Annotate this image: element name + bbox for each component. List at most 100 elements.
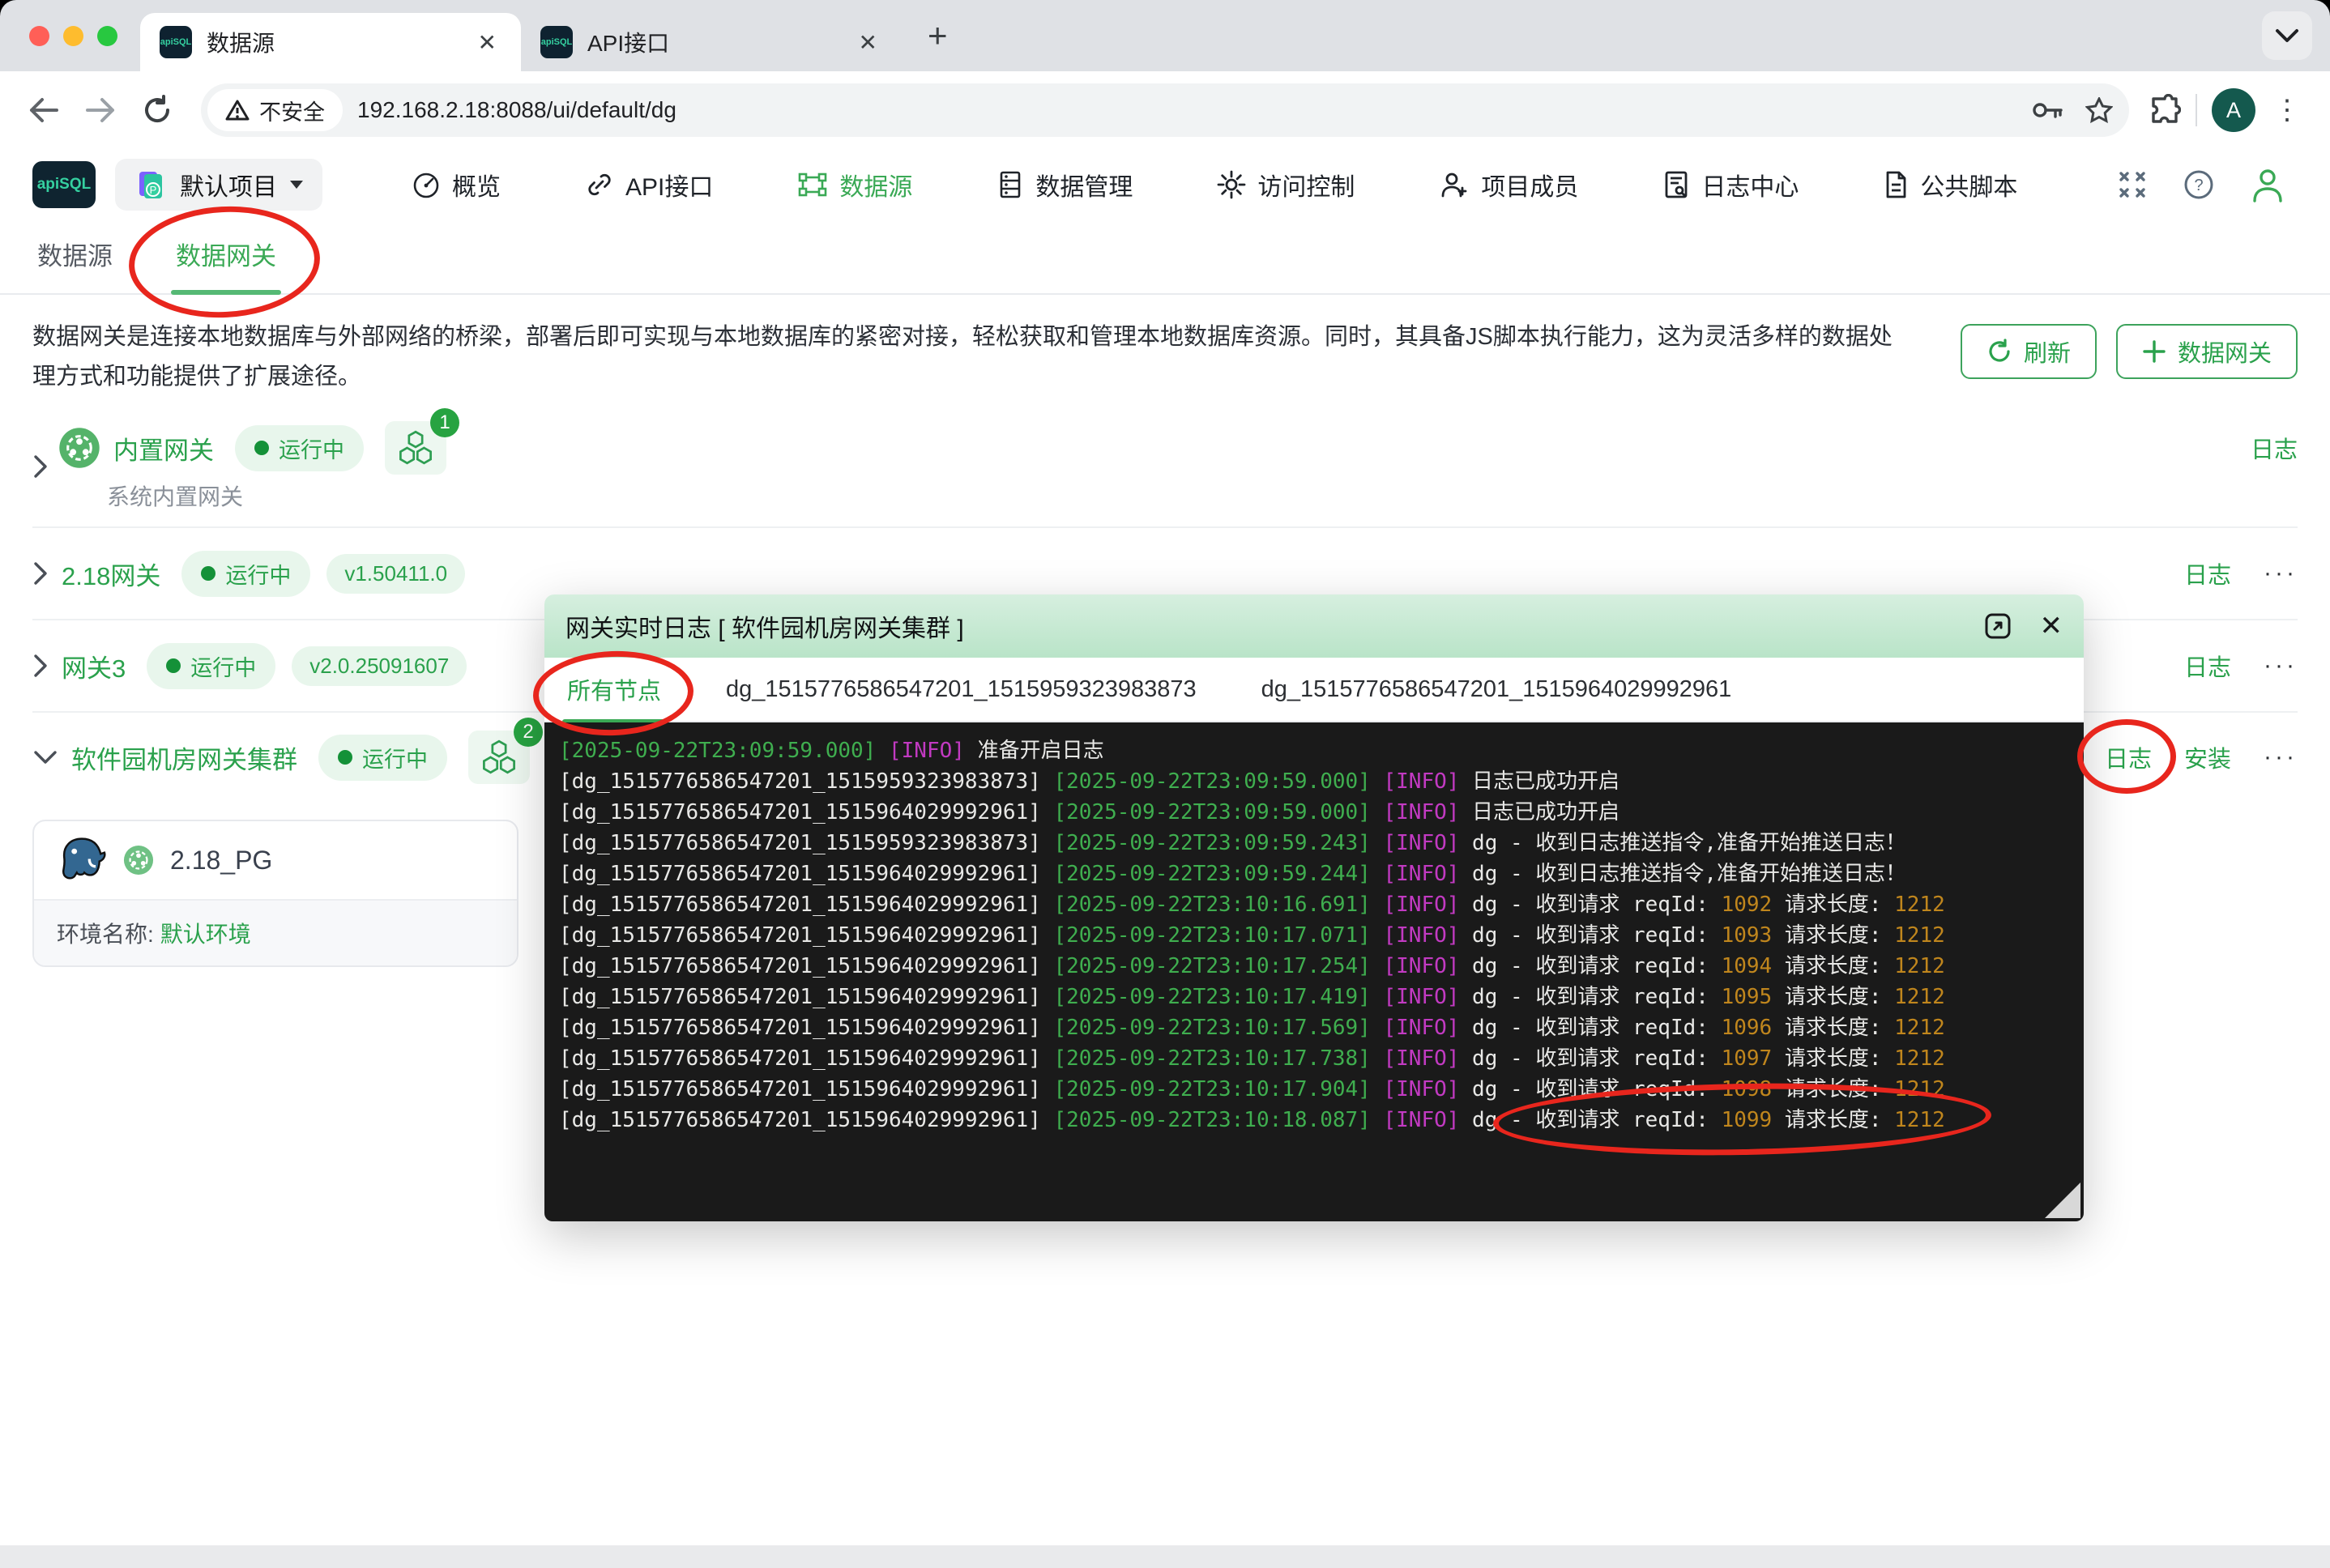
- env-value: 默认环境: [160, 922, 251, 947]
- tab-all-nodes[interactable]: 所有节点: [567, 672, 661, 706]
- refresh-icon: [1986, 339, 2012, 364]
- chevron-right-icon[interactable]: [32, 454, 49, 479]
- modal-header: 网关实时日志 [ 软件园机房网关集群 ] ✕: [544, 594, 2084, 658]
- nav-item-access[interactable]: 访问控制: [1217, 167, 1355, 202]
- refresh-button[interactable]: 刷新: [1961, 324, 2097, 379]
- tab-node-2[interactable]: dg_1515776586547201_1515964029992961: [1261, 676, 1732, 703]
- modal-node-tabs: 所有节点 dg_1515776586547201_151595932398387…: [544, 658, 2084, 722]
- browser-tab-strip: apiSQL 数据源 ✕ apiSQL API接口 ✕ +: [0, 0, 2330, 71]
- close-icon[interactable]: ✕: [2040, 610, 2063, 642]
- browser-tab-api[interactable]: apiSQL API接口 ✕: [521, 13, 902, 71]
- log-line: [dg_1515776586547201_1515964029992961] […: [559, 1105, 2069, 1136]
- nav-item-datamgmt[interactable]: 数据管理: [996, 167, 1133, 202]
- resize-handle[interactable]: [2045, 1182, 2080, 1218]
- expand-icon[interactable]: [1983, 611, 2012, 641]
- gateway-name[interactable]: 内置网关: [113, 430, 214, 467]
- realtime-log-modal: 网关实时日志 [ 软件园机房网关集群 ] ✕ 所有节点 dg_151577658…: [544, 594, 2084, 1221]
- tab-data-gateway[interactable]: 数据网关: [171, 221, 281, 293]
- new-tab-button[interactable]: +: [920, 19, 956, 53]
- extensions-puzzle-icon[interactable]: [2149, 94, 2181, 126]
- log-link[interactable]: 日志: [2184, 556, 2231, 590]
- log-card-icon: [1662, 170, 1690, 199]
- selection-frame-icon: [797, 170, 828, 199]
- apisql-favicon: apiSQL: [160, 26, 192, 58]
- nav-label: 日志中心: [1701, 167, 1799, 202]
- project-selector[interactable]: P 默认项目: [115, 159, 322, 211]
- log-link-cluster[interactable]: 日志: [2105, 740, 2152, 774]
- url-text[interactable]: 192.168.2.18:8088/ui/default/dg: [357, 97, 2017, 123]
- nav-label: 数据源: [839, 167, 912, 202]
- page-tabs: 数据源 数据网关: [0, 220, 2330, 295]
- more-actions-icon[interactable]: ···: [2264, 744, 2298, 771]
- chevron-right-icon[interactable]: [32, 560, 49, 586]
- tab-search-button[interactable]: [2262, 11, 2312, 60]
- nav-label: 项目成员: [1481, 167, 1578, 202]
- more-actions-icon[interactable]: ···: [2264, 560, 2298, 587]
- tab-node-1[interactable]: dg_1515776586547201_1515959323983873: [726, 676, 1197, 703]
- nav-item-scripts[interactable]: 公共脚本: [1883, 167, 2017, 202]
- security-chip[interactable]: 不安全: [207, 89, 343, 131]
- version-badge: v1.50411.0: [326, 554, 465, 594]
- node-cluster-chip[interactable]: 1: [385, 421, 446, 475]
- script-file-icon: [1883, 170, 1909, 199]
- datasource-card[interactable]: 2.18_PG 环境名称:默认环境: [32, 820, 518, 967]
- project-icon: P: [133, 167, 169, 202]
- svg-text:P: P: [150, 184, 157, 196]
- reload-button[interactable]: [133, 86, 181, 134]
- project-name: 默认项目: [180, 167, 277, 202]
- datasource-title: 2.18_PG: [170, 846, 272, 876]
- gear-icon: [1217, 170, 1246, 199]
- help-icon[interactable]: ?: [2183, 168, 2215, 201]
- nav-item-overview[interactable]: 概览: [412, 167, 501, 202]
- address-bar[interactable]: 不安全 192.168.2.18:8088/ui/default/dg: [201, 83, 2129, 137]
- status-badge: 运行中: [147, 643, 275, 689]
- more-actions-icon[interactable]: ···: [2264, 652, 2298, 680]
- nav-label: 概览: [452, 167, 501, 202]
- install-link[interactable]: 安装: [2184, 740, 2231, 774]
- password-key-icon[interactable]: [2032, 98, 2064, 122]
- log-line: [dg_1515776586547201_1515964029992961] […: [559, 1043, 2069, 1074]
- window-controls: [0, 26, 140, 46]
- node-cluster-chip[interactable]: 2: [468, 731, 530, 784]
- status-badge: 运行中: [235, 425, 364, 471]
- log-link[interactable]: 日志: [2251, 431, 2298, 465]
- log-terminal[interactable]: [2025-09-22T23:09:59.000] [INFO] 准备开启日志 […: [544, 722, 2084, 1221]
- datasource-env: 环境名称:默认环境: [34, 899, 517, 965]
- toolbar-divider: [2196, 94, 2197, 126]
- nav-item-members[interactable]: 项目成员: [1439, 167, 1578, 202]
- add-gateway-button[interactable]: 数据网关: [2116, 324, 2298, 379]
- chevron-down-icon[interactable]: [32, 749, 58, 765]
- maximize-window-button[interactable]: [97, 26, 117, 46]
- gateway-name[interactable]: 2.18网关: [62, 556, 160, 592]
- log-link[interactable]: 日志: [2184, 649, 2231, 683]
- bookmark-star-icon[interactable]: [2085, 97, 2113, 123]
- apisql-logo[interactable]: apiSQL: [32, 161, 96, 208]
- browser-profile-avatar[interactable]: A: [2212, 88, 2255, 132]
- forward-arrow-icon: [84, 96, 117, 124]
- fullscreen-icon[interactable]: [2118, 170, 2147, 199]
- nav-label: API接口: [625, 167, 713, 202]
- chevron-right-icon[interactable]: [32, 653, 49, 679]
- close-window-button[interactable]: [29, 26, 49, 46]
- gateway-name[interactable]: 网关3: [62, 648, 126, 684]
- log-line: [2025-09-22T23:09:59.000] [INFO] 准备开启日志: [559, 735, 2069, 766]
- forward-button[interactable]: [76, 86, 125, 134]
- user-icon[interactable]: [2251, 167, 2285, 202]
- nav-item-api[interactable]: API接口: [585, 167, 713, 202]
- log-line: [dg_1515776586547201_1515964029992961] […: [559, 1074, 2069, 1105]
- close-tab-icon[interactable]: ✕: [473, 29, 501, 56]
- security-label: 不安全: [259, 95, 325, 126]
- warning-icon: [225, 99, 250, 121]
- log-line: [dg_1515776586547201_1515964029992961] […: [559, 1012, 2069, 1043]
- browser-tab-datasource[interactable]: apiSQL 数据源 ✕: [140, 13, 521, 71]
- gateway-name[interactable]: 软件园机房网关集群: [71, 739, 297, 776]
- person-add-icon: [1439, 170, 1470, 199]
- back-button[interactable]: [19, 86, 68, 134]
- nav-item-datasource[interactable]: 数据源: [797, 167, 912, 202]
- minimize-window-button[interactable]: [63, 26, 83, 46]
- close-tab-icon[interactable]: ✕: [854, 29, 882, 56]
- tab-datasource[interactable]: 数据源: [32, 221, 117, 293]
- nav-item-logcenter[interactable]: 日志中心: [1662, 167, 1799, 202]
- browser-menu-icon[interactable]: ⋮: [2264, 94, 2311, 126]
- cluster-hexagons-icon: [397, 429, 434, 467]
